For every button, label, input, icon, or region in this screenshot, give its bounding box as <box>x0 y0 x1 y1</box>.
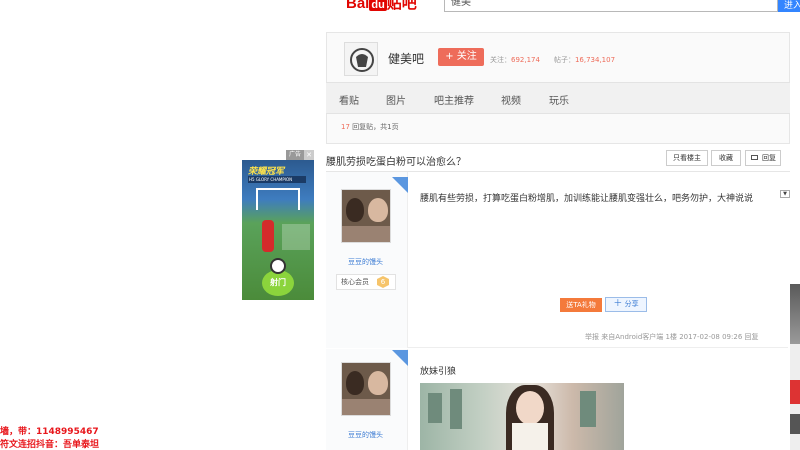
member-badge-label: 核心会员 <box>341 278 369 286</box>
tab-recommended[interactable]: 吧主推荐 <box>434 92 474 107</box>
only-op-button[interactable]: 只看楼主 <box>666 150 708 166</box>
author-name[interactable]: 豆豆的馒头 <box>348 257 383 267</box>
shoot-button-label: 射门 <box>270 278 286 287</box>
collapse-arrow-icon[interactable]: ▼ <box>780 190 790 198</box>
post-image[interactable] <box>420 383 624 450</box>
send-gift-button[interactable]: 送TA礼物 <box>560 298 602 312</box>
ad-subtitle: H5 GLORY CHAMPION <box>248 176 306 183</box>
post-content: 腰肌有些劳损，打算吃蛋白粉增肌，加训练能让腰肌变强壮么，吧务勿护，大神说说 <box>420 194 754 204</box>
share-button[interactable]: ＋ 分享 <box>605 297 647 312</box>
plus-icon: ＋ <box>613 299 623 309</box>
forum-avatar[interactable] <box>344 42 378 76</box>
enter-forum-button[interactable]: 进入 <box>778 0 800 12</box>
search-input[interactable]: 健美 <box>444 0 778 12</box>
tab-kantie[interactable]: 看贴 <box>339 92 359 107</box>
posts-label: 帖子： <box>553 56 575 64</box>
forum-name[interactable]: 健美吧 <box>388 50 424 67</box>
reply-count: 17 回复贴，共1页 <box>341 122 399 132</box>
member-badge: 核心会员 6 <box>336 274 396 290</box>
post-meta: 举报 来自Android客户端 1楼 2017-02-08 09:26 回复 <box>585 333 759 341</box>
favorite-button[interactable]: 收藏 <box>711 150 741 166</box>
right-side-ad-strip[interactable] <box>790 284 800 450</box>
reply-button-label: 回复 <box>762 154 776 162</box>
reply-count-text: 回复贴，共1页 <box>352 123 399 131</box>
reply-count-number: 17 <box>341 123 350 131</box>
overlay-text-line-2: 符文连招抖音：吾单泰坦 <box>0 440 100 450</box>
soccer-ball-icon <box>270 258 286 274</box>
user-avatar[interactable] <box>341 362 391 416</box>
follow-button[interactable]: + 关注 <box>438 48 484 66</box>
post-content: 放妹引狼 <box>420 367 457 377</box>
ad-tag: 广告 <box>286 150 304 160</box>
logo-text-du: du <box>369 0 387 11</box>
posts-count: 16,734,107 <box>574 56 616 64</box>
reply-icon <box>751 155 758 160</box>
tab-video[interactable]: 视频 <box>501 92 521 107</box>
ad-stats-panel <box>282 224 310 250</box>
overlay-text-line-1: 墙，带：1148995467 <box>0 427 99 437</box>
thread-title: 腰肌劳损吃蛋白粉可以治愈么？ <box>326 157 466 168</box>
tab-games[interactable]: 玩乐 <box>549 92 569 107</box>
followers-count: 692,174 <box>511 56 540 64</box>
close-icon[interactable]: ✕ <box>304 150 314 160</box>
reply-button[interactable]: 回复 <box>745 150 781 166</box>
ad-banner[interactable]: 荣耀冠军 H5 GLORY CHAMPION 射门 <box>242 160 314 300</box>
tab-pictures[interactable]: 图片 <box>386 92 406 107</box>
logo-text-bai: Bai <box>346 0 370 12</box>
user-avatar[interactable] <box>341 189 391 243</box>
goal-icon <box>256 188 300 210</box>
author-name[interactable]: 豆豆的馒头 <box>348 430 383 440</box>
logo-text-tieba: 贴吧 <box>386 0 417 12</box>
forum-stats: 关注：692,174 帖子：16,734,107 <box>490 55 615 65</box>
player-icon <box>262 220 274 252</box>
share-label: 分享 <box>624 300 639 308</box>
followers-label: 关注： <box>490 56 511 64</box>
forum-logo-icon <box>350 48 374 72</box>
level-icon: 6 <box>377 276 389 288</box>
baidu-tieba-logo[interactable]: Bai du 贴吧 <box>346 0 436 12</box>
search-query-text: 健美 <box>451 0 471 8</box>
